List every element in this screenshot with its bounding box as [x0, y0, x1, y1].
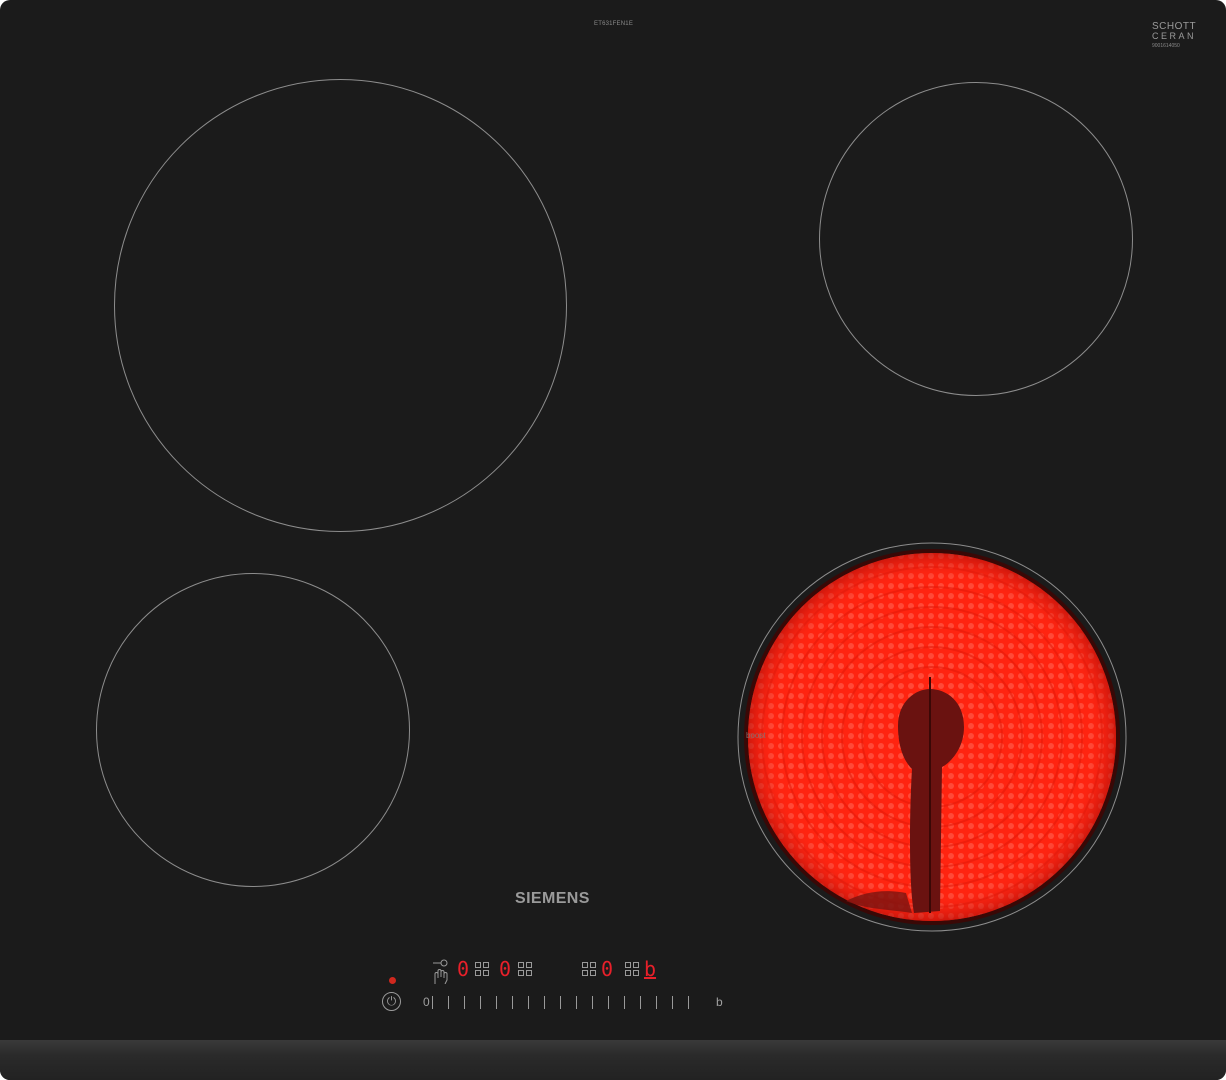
power-button[interactable]: ⏻: [382, 992, 401, 1011]
slider-tick[interactable]: [432, 996, 433, 1009]
slider-tick[interactable]: [656, 996, 657, 1009]
cooktop-surface: ET631FEN1E SCHOTT CERAN 9001614050 boost…: [0, 0, 1226, 1080]
brand-logo: SIEMENS: [515, 890, 590, 907]
zone3-position-icon: [582, 962, 596, 976]
slider-tick[interactable]: [624, 996, 625, 1009]
cooking-zone-rear-left: [114, 79, 567, 532]
model-label: ET631FEN1E: [594, 21, 634, 27]
slider-tick[interactable]: [464, 996, 465, 1009]
boost-label: boost: [746, 731, 766, 740]
zone4-position-icon: [625, 962, 639, 976]
slider-max-label: b: [716, 995, 723, 1009]
slider-tick[interactable]: [672, 996, 673, 1009]
zone4-level-display: b: [644, 957, 657, 981]
hob-front-edge: [0, 1040, 1226, 1080]
slider-tick[interactable]: [480, 996, 481, 1009]
slider-tick[interactable]: [608, 996, 609, 1009]
slider-tick[interactable]: [448, 996, 449, 1009]
zone2-position-icon: [518, 962, 532, 976]
slider-tick[interactable]: [560, 996, 561, 1009]
cooking-zone-front-left: [96, 573, 410, 887]
slider-tick[interactable]: [528, 996, 529, 1009]
zone2-level-display: 0: [499, 957, 512, 981]
child-lock-icon[interactable]: [431, 958, 451, 984]
power-indicator-light: [389, 977, 396, 984]
slider-tick[interactable]: [496, 996, 497, 1009]
schott-logo-line2: CERAN: [1152, 31, 1197, 41]
schott-ceran-logo: SCHOTT CERAN 9001614050: [1152, 22, 1196, 49]
zone1-position-icon: [475, 962, 489, 976]
cooking-zone-rear-right: [819, 82, 1133, 396]
power-icon: ⏻: [386, 994, 397, 1008]
zone3-level-display: 0: [601, 957, 614, 981]
slider-tick[interactable]: [576, 996, 577, 1009]
slider-min-label: 0: [423, 995, 430, 1009]
zone1-level-display: 0: [457, 957, 470, 981]
slider-tick[interactable]: [544, 996, 545, 1009]
slider-tick[interactable]: [640, 996, 641, 1009]
cooking-zone-front-right: [737, 542, 1127, 932]
slider-tick[interactable]: [512, 996, 513, 1009]
slider-tick[interactable]: [688, 996, 689, 1009]
power-level-slider[interactable]: [432, 993, 692, 1011]
serial-label: 9001614050: [1152, 43, 1180, 49]
slider-tick[interactable]: [592, 996, 593, 1009]
